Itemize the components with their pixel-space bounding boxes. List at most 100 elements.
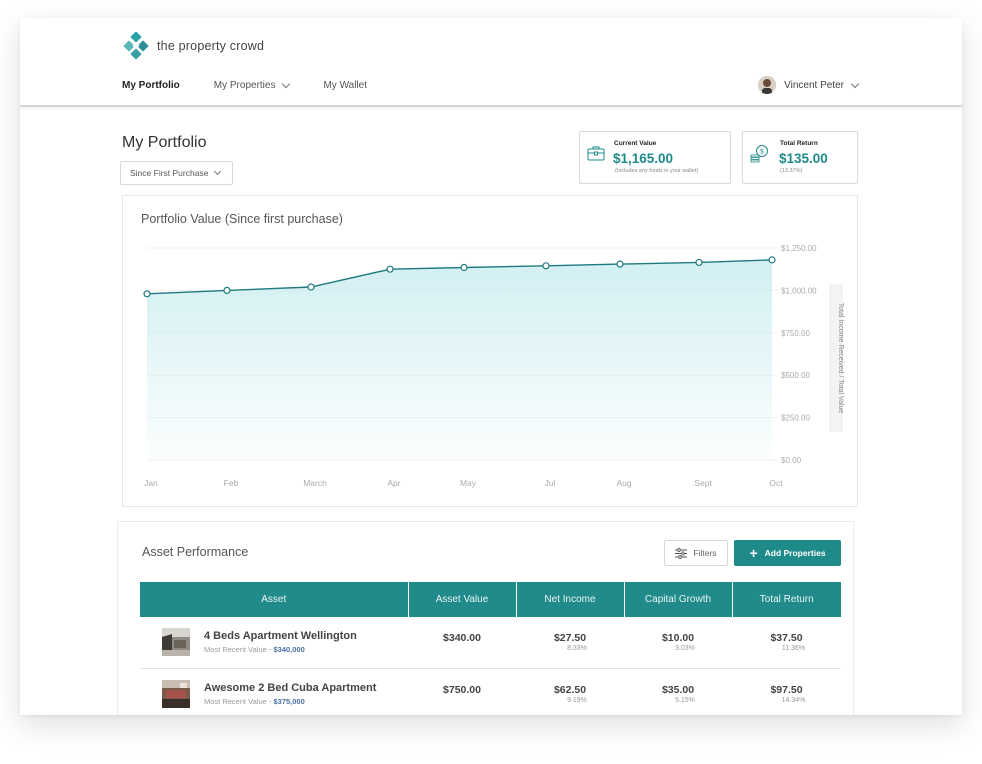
column-header-asset-value[interactable]: Asset Value <box>408 582 517 617</box>
current-value-note: (Includes any funds in your wallet) <box>615 168 699 174</box>
nav-my-properties[interactable]: My Properties <box>213 79 291 91</box>
chevron-down-icon <box>214 167 222 176</box>
net-income-pct: 9.19% <box>567 696 587 704</box>
y-tick-label: $1,250.00 <box>781 244 817 253</box>
total-return-amount: $135.00 <box>779 151 828 166</box>
x-tick-label: Sept <box>694 478 712 488</box>
chevron-down-icon <box>282 79 291 89</box>
filters-label: Filters <box>693 548 717 558</box>
net-income-pct: 8.33% <box>567 645 587 653</box>
data-point <box>695 258 703 267</box>
total-return: $97.50 <box>770 683 803 696</box>
asset-table: Asset Asset Value Net Income Capital Gro… <box>140 582 841 715</box>
property-thumbnail <box>162 628 190 657</box>
data-point <box>223 286 231 295</box>
current-value-card: Current Value $1,165.00 (Includes any fu… <box>579 131 731 184</box>
coins-icon: $ <box>750 145 768 163</box>
logo-icon <box>123 32 149 60</box>
nav-my-portfolio[interactable]: My Portfolio <box>122 80 180 91</box>
filters-button[interactable]: Filters <box>664 540 728 566</box>
column-header-capital-growth[interactable]: Capital Growth <box>624 582 733 617</box>
asset-performance-title: Asset Performance <box>142 545 249 559</box>
svg-text:$: $ <box>760 148 764 156</box>
asset-cell: Awesome 2 Bed Cuba Apartment Most Recent… <box>140 679 408 708</box>
net-income: $62.50 <box>553 683 587 696</box>
total-return: $37.50 <box>770 632 803 645</box>
data-point <box>460 263 468 272</box>
header-divider <box>20 105 962 107</box>
x-tick-label: Jul <box>545 478 556 488</box>
asset-value: $340.00 <box>443 632 481 645</box>
asset-performance-card: Asset Performance Filters + Add Properti… <box>117 521 854 715</box>
add-properties-label: Add Properties <box>764 548 826 558</box>
brand-name: the property crowd <box>157 39 265 53</box>
current-value-amount: $1,165.00 <box>613 151 674 166</box>
nav-label: My Portfolio <box>122 80 180 91</box>
nav-label: My Wallet <box>323 80 367 91</box>
total-return-card: $ Total Return $135.00 (13.37%) <box>742 131 858 184</box>
y-tick-label: $0.00 <box>781 456 802 465</box>
x-tick-label: Apr <box>387 478 400 488</box>
data-point <box>542 262 550 270</box>
brand-logo[interactable]: the property crowd <box>123 32 264 60</box>
column-header-asset[interactable]: Asset <box>140 582 409 617</box>
sliders-icon <box>675 547 688 559</box>
capital-growth-pct: 3.03% <box>675 645 695 653</box>
asset-name[interactable]: 4 Beds Apartment Wellington <box>204 630 357 642</box>
y-tick-label: $1,000.00 <box>781 286 817 295</box>
asset-value: $750.00 <box>443 683 481 696</box>
period-select-value: Since First Purchase <box>130 168 209 178</box>
y-tick-label: $750.00 <box>781 329 810 338</box>
plus-icon: + <box>749 545 758 561</box>
asset-recent-value-label: Most Recent Value - <box>204 696 272 706</box>
avatar <box>758 76 777 94</box>
total-return-pct: 11.36% <box>781 645 806 653</box>
main-nav: My Portfolio My Properties My Wallet <box>122 79 401 91</box>
asset-recent-value-label: Most Recent Value - <box>204 645 272 655</box>
data-point <box>616 260 624 268</box>
y-tick-label: $500.00 <box>781 371 810 380</box>
data-point <box>143 290 151 298</box>
portfolio-chart: $1,250.00 $1,000.00 $750.00 $500.00 $250.00 $… <box>143 244 844 488</box>
data-point <box>307 283 315 291</box>
x-tick-label: Aug <box>616 478 631 488</box>
user-menu[interactable]: Vincent Peter <box>758 76 860 94</box>
asset-recent-value: Most Recent Value - $375,000 <box>204 697 376 706</box>
asset-recent-value: Most Recent Value - $340,000 <box>204 645 357 654</box>
portfolio-chart-card: Portfolio Value (Since first purchase) $… <box>122 195 858 507</box>
y-tick-label: $250.00 <box>781 414 810 423</box>
net-income: $27.50 <box>553 632 587 645</box>
x-tick-label: Oct <box>769 478 783 488</box>
total-return-note: (13.37%) <box>780 168 803 174</box>
total-return-pct: 14.34% <box>781 696 806 704</box>
briefcase-icon <box>587 146 605 161</box>
property-thumbnail <box>162 679 190 708</box>
table-row[interactable]: 4 Beds Apartment Wellington Most Recent … <box>140 617 841 669</box>
asset-recent-value-amount: $375,000 <box>273 696 305 706</box>
column-header-total-return[interactable]: Total Return <box>732 582 841 617</box>
capital-growth: $35.00 <box>661 683 695 696</box>
capital-growth-pct: 5.15% <box>675 696 695 704</box>
asset-recent-value-amount: $340,000 <box>273 645 305 655</box>
chevron-down-icon <box>850 79 860 88</box>
app-window: the property crowd My Portfolio My Prope… <box>20 18 962 715</box>
data-point <box>386 265 394 273</box>
period-select[interactable]: Since First Purchase <box>120 161 233 185</box>
data-point <box>768 256 776 264</box>
nav-my-wallet[interactable]: My Wallet <box>323 80 367 91</box>
capital-growth: $10.00 <box>661 632 695 645</box>
asset-cell: 4 Beds Apartment Wellington Most Recent … <box>140 628 408 657</box>
current-value-label: Current Value <box>614 140 657 147</box>
asset-name[interactable]: Awesome 2 Bed Cuba Apartment <box>204 682 376 694</box>
x-tick-label: Feb <box>224 478 239 488</box>
column-header-net-income[interactable]: Net Income <box>516 582 625 617</box>
total-return-label: Total Return <box>780 140 818 147</box>
table-row[interactable]: Awesome 2 Bed Cuba Apartment Most Recent… <box>140 668 841 715</box>
x-tick-label: Jan <box>144 478 158 488</box>
x-tick-label: May <box>460 478 477 488</box>
y-axis-label: Total Income Received / Total Value <box>837 303 844 414</box>
table-header-row: Asset Asset Value Net Income Capital Gro… <box>140 582 841 617</box>
add-properties-button[interactable]: + Add Properties <box>734 540 841 566</box>
x-tick-label: March <box>303 478 327 488</box>
nav-label: My Properties <box>213 80 276 91</box>
